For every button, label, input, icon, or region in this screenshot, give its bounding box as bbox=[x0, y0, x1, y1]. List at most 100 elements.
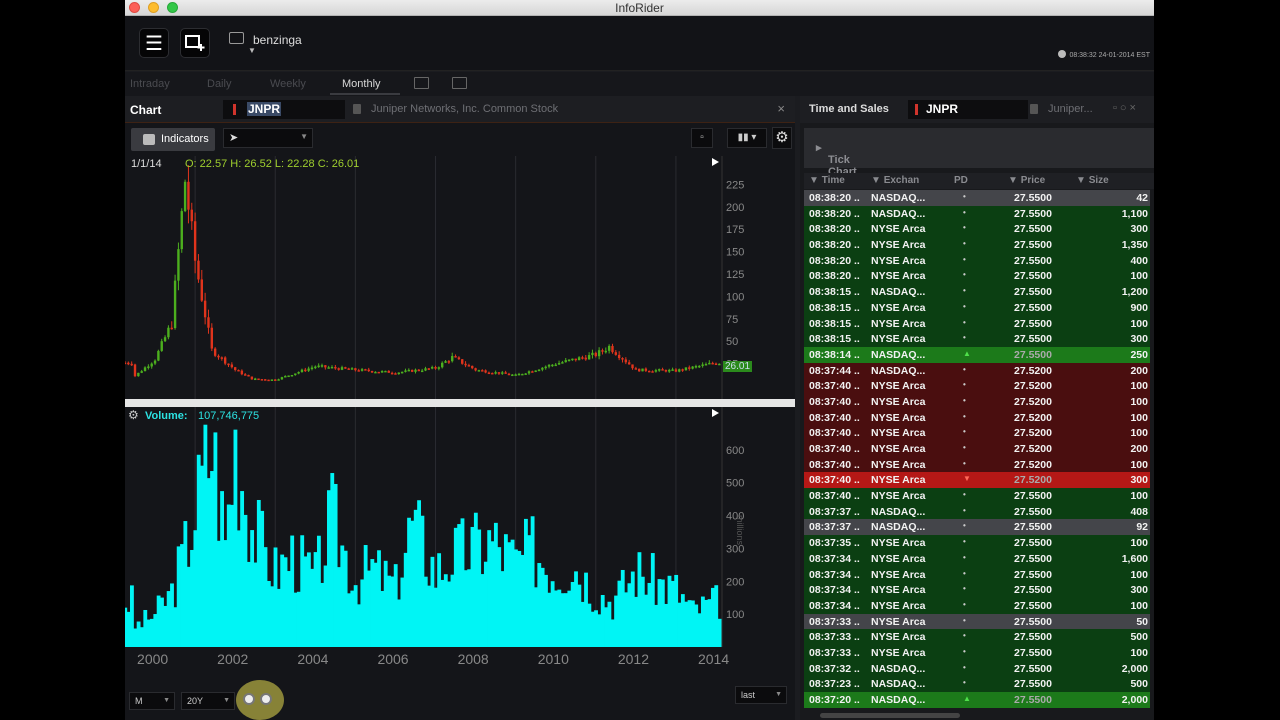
news-provider-label[interactable]: benzinga bbox=[253, 33, 302, 47]
indicators-button[interactable]: Indicators bbox=[131, 128, 215, 151]
candle-body bbox=[661, 369, 664, 371]
volume-bar bbox=[510, 539, 515, 647]
volume-pane[interactable]: 100 200 300 400 500 600 ⚙ Volume: 107,746,775… bbox=[125, 407, 795, 647]
candle-body bbox=[227, 363, 230, 366]
chart-symbol-input[interactable] bbox=[223, 100, 345, 119]
table-row[interactable]: 08:37:20 .. NASDAQ... ▲ 27.5500 2,000 bbox=[804, 692, 1150, 708]
table-row[interactable]: 08:38:20 .. NYSE Arca • 27.5500 400 bbox=[804, 252, 1150, 269]
ts-symbol[interactable]: JNPR bbox=[926, 102, 958, 116]
candle-body bbox=[694, 366, 698, 368]
table-row[interactable]: 08:38:15 .. NYSE Arca • 27.5500 100 bbox=[804, 315, 1150, 332]
gear-icon[interactable]: ⚙ bbox=[128, 408, 139, 422]
candle-body bbox=[477, 370, 481, 372]
table-row[interactable]: 08:38:14 .. NASDAQ... ▲ 27.5500 250 bbox=[804, 346, 1150, 363]
drawing-tool-select[interactable]: ▫ bbox=[691, 128, 713, 148]
zoom-out-icon[interactable] bbox=[260, 693, 272, 705]
table-row[interactable]: 08:37:40 .. NYSE Arca • 27.5200 200 bbox=[804, 441, 1150, 457]
candle-body bbox=[133, 364, 137, 377]
y-tick-label: 225 bbox=[726, 179, 744, 191]
table-row[interactable]: 08:37:32 .. NASDAQ... • 27.5500 2,000 bbox=[804, 660, 1150, 677]
price-chart[interactable]: 255075100125150175200225 bbox=[125, 156, 795, 399]
table-row[interactable]: 08:38:20 .. NYSE Arca • 27.5500 1,350 bbox=[804, 237, 1150, 253]
table-row[interactable]: 08:37:40 .. NYSE Arca ▼ 27.5200 300 bbox=[804, 472, 1150, 489]
trade-exchange: NASDAQ... bbox=[871, 348, 926, 361]
table-row[interactable]: 08:37:40 .. NYSE Arca • 27.5200 100 bbox=[804, 409, 1150, 426]
chevron-down-icon[interactable]: ▼ bbox=[248, 46, 256, 55]
title-bar: InfoRider bbox=[125, 0, 1154, 16]
table-row[interactable]: 08:38:15 .. NYSE Arca • 27.5500 300 bbox=[804, 331, 1150, 347]
volume-bar bbox=[230, 504, 235, 647]
layout-icon[interactable] bbox=[414, 77, 429, 89]
panel-controls-icon[interactable]: ▫○× bbox=[1113, 102, 1139, 114]
trade-direction: • bbox=[963, 458, 966, 468]
table-row[interactable]: 08:37:33 .. NYSE Arca • 27.5500 100 bbox=[804, 644, 1150, 661]
tab-weekly[interactable]: Weekly bbox=[270, 78, 306, 90]
candle-body bbox=[254, 378, 257, 381]
table-row[interactable]: 08:37:35 .. NYSE Arca • 27.5500 100 bbox=[804, 535, 1150, 551]
table-row[interactable]: 08:37:40 .. NYSE Arca • 27.5200 100 bbox=[804, 425, 1150, 441]
tick-chart-toggle[interactable]: ▸ Tick Chart bbox=[804, 128, 1154, 178]
trade-price: 27.5500 bbox=[1014, 552, 1052, 565]
table-row[interactable]: 08:37:40 .. NYSE Arca • 27.5500 100 bbox=[804, 488, 1150, 504]
column-header-time[interactable]: ▼ Time bbox=[809, 175, 845, 186]
range-select[interactable]: 20Y ▼ bbox=[181, 692, 235, 710]
candle-body bbox=[614, 352, 618, 355]
volume-bar bbox=[347, 593, 351, 647]
new-window-button[interactable] bbox=[180, 28, 210, 58]
volume-bar bbox=[400, 577, 405, 647]
print-icon[interactable] bbox=[452, 77, 467, 89]
table-row[interactable]: 08:38:20 .. NYSE Arca • 27.5500 300 bbox=[804, 221, 1150, 238]
horizontal-scrollbar[interactable] bbox=[820, 713, 960, 718]
trade-exchange: NYSE Arca bbox=[871, 474, 926, 487]
news-provider-icon[interactable] bbox=[229, 32, 244, 44]
table-row[interactable]: 08:38:20 .. NYSE Arca • 27.5500 100 bbox=[804, 268, 1150, 285]
pane-divider[interactable] bbox=[125, 399, 795, 407]
table-row[interactable]: 08:38:20 .. NASDAQ... • 27.5500 1,100 bbox=[804, 205, 1150, 222]
chart-type-select[interactable]: ▮▮ ▾ bbox=[727, 128, 767, 148]
table-row[interactable]: 08:37:44 .. NASDAQ... • 27.5200 200 bbox=[804, 362, 1150, 379]
volume-bar bbox=[290, 535, 295, 647]
price-pane[interactable]: 255075100125150175200225 1/1/14 O: 22.57… bbox=[125, 156, 795, 399]
lock-icon[interactable] bbox=[1030, 104, 1038, 114]
table-row[interactable]: 08:37:33 .. NYSE Arca • 27.5500 50 bbox=[804, 613, 1150, 630]
column-header-pd[interactable]: PD bbox=[954, 175, 968, 186]
tab-intraday[interactable]: Intraday bbox=[130, 78, 170, 90]
column-header-price[interactable]: ▼ Price bbox=[1008, 175, 1045, 186]
table-row[interactable]: 08:37:34 .. NYSE Arca • 27.5500 100 bbox=[804, 566, 1150, 583]
volume-bar bbox=[700, 596, 705, 647]
price-type-select[interactable]: last ▼ bbox=[735, 686, 787, 704]
cursor-tool-select[interactable]: ➤ ▼ bbox=[223, 128, 313, 148]
table-row[interactable]: 08:37:34 .. NYSE Arca • 27.5500 1,600 bbox=[804, 550, 1150, 567]
volume-bar bbox=[273, 547, 278, 647]
table-row[interactable]: 08:38:15 .. NASDAQ... • 27.5500 1,200 bbox=[804, 284, 1150, 300]
column-header-size[interactable]: ▼ Size bbox=[1076, 175, 1109, 186]
table-row[interactable]: 08:37:37 .. NASDAQ... • 27.5500 408 bbox=[804, 503, 1150, 520]
trade-size: 300 bbox=[1130, 474, 1148, 487]
zoom-in-icon[interactable] bbox=[243, 693, 255, 705]
table-row[interactable]: 08:37:34 .. NYSE Arca • 27.5500 300 bbox=[804, 582, 1150, 598]
column-header-exchange[interactable]: ▼ Exchan bbox=[871, 175, 919, 186]
lock-icon[interactable] bbox=[353, 104, 361, 114]
trade-direction: • bbox=[963, 631, 966, 641]
table-row[interactable]: 08:37:40 .. NYSE Arca • 27.5200 100 bbox=[804, 378, 1150, 394]
table-row[interactable]: 08:37:40 .. NYSE Arca • 27.5200 100 bbox=[804, 456, 1150, 473]
tab-daily[interactable]: Daily bbox=[207, 78, 231, 90]
volume-bar bbox=[140, 627, 144, 647]
interval-select[interactable]: M ▼ bbox=[129, 692, 175, 710]
volume-chart[interactable]: 100200300400500600 bbox=[125, 407, 795, 647]
close-icon[interactable]: × bbox=[777, 101, 785, 116]
table-row[interactable]: 08:37:40 .. NYSE Arca • 27.5200 100 bbox=[804, 393, 1150, 410]
table-row[interactable]: 08:38:15 .. NYSE Arca • 27.5500 900 bbox=[804, 299, 1150, 316]
table-row[interactable]: 08:37:37 .. NASDAQ... • 27.5500 92 bbox=[804, 519, 1150, 536]
table-row[interactable]: 08:38:20 .. NASDAQ... • 27.5500 42 bbox=[804, 190, 1150, 206]
table-row[interactable]: 08:37:34 .. NYSE Arca • 27.5500 100 bbox=[804, 597, 1150, 614]
volume-bar bbox=[283, 557, 288, 647]
chart-settings-button[interactable]: ⚙ bbox=[772, 127, 792, 149]
table-row[interactable]: 08:37:23 .. NASDAQ... • 27.5500 500 bbox=[804, 676, 1150, 692]
tab-monthly[interactable]: Monthly bbox=[342, 78, 381, 90]
chart-symbol[interactable]: JNPR bbox=[247, 102, 282, 116]
volume-bar bbox=[490, 541, 495, 647]
table-row[interactable]: 08:37:33 .. NYSE Arca • 27.5500 500 bbox=[804, 629, 1150, 645]
volume-bar bbox=[246, 561, 251, 647]
menu-button[interactable]: ☰ bbox=[139, 28, 169, 58]
